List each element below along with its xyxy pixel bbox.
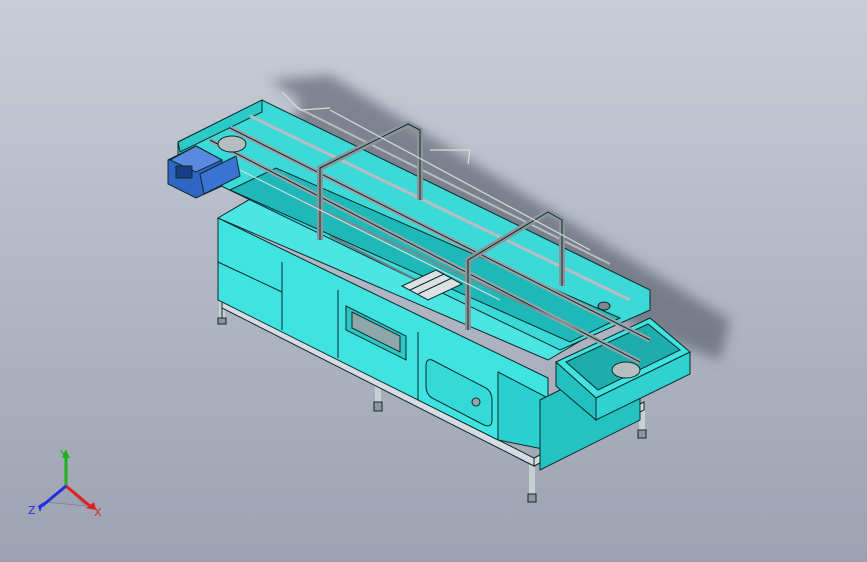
x-axis-label: X [94,506,102,519]
axis-triad: Y X Z [28,448,102,519]
y-axis-label: Y [59,448,67,461]
machine-3d-model[interactable] [0,0,867,562]
cad-3d-viewport[interactable]: Y X Z [0,0,867,562]
z-axis-label: Z [28,504,36,517]
